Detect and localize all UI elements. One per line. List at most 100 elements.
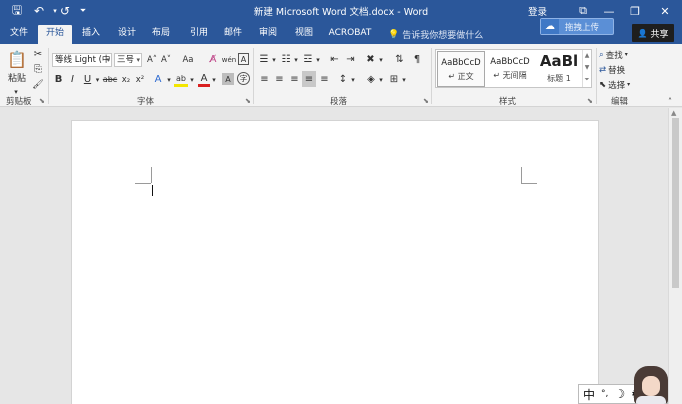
show-formatting-marks-icon[interactable]: ¶ bbox=[411, 52, 423, 67]
tab-review[interactable]: 审阅 bbox=[253, 25, 283, 44]
highlight-dropdown-icon[interactable]: ▾ bbox=[189, 72, 195, 87]
chevron-down-icon: ▾ bbox=[136, 56, 140, 64]
tab-references[interactable]: 引用 bbox=[184, 25, 214, 44]
line-spacing-dropdown-icon[interactable]: ▾ bbox=[350, 72, 356, 87]
strikethrough-button[interactable]: abc bbox=[103, 72, 117, 87]
styles-scrollbar[interactable]: ▲ ▼ ⏷ bbox=[582, 50, 591, 87]
expand-more-icon[interactable]: ⏷ bbox=[583, 74, 591, 86]
avatar[interactable] bbox=[634, 366, 668, 404]
scroll-up-icon[interactable]: ▲ bbox=[671, 109, 676, 117]
tab-home[interactable]: 开始 bbox=[38, 25, 72, 44]
line-spacing-icon[interactable]: ↕ bbox=[337, 72, 349, 87]
borders-icon[interactable]: ⊞ bbox=[388, 72, 400, 87]
paragraph-launcher-icon[interactable]: ⬊ bbox=[423, 97, 429, 105]
style-normal[interactable]: AaBbCcD ↵ 正文 bbox=[437, 51, 485, 87]
crop-mark bbox=[135, 183, 151, 184]
align-left-icon[interactable]: ≡ bbox=[258, 72, 271, 87]
bullets-icon[interactable]: ☰ bbox=[258, 52, 270, 67]
copy-icon[interactable]: ⎘ bbox=[31, 62, 45, 77]
numbering-dropdown-icon[interactable]: ▾ bbox=[293, 52, 299, 67]
borders-dropdown-icon[interactable]: ▾ bbox=[401, 72, 407, 87]
italic-button[interactable]: I bbox=[67, 72, 78, 87]
tab-layout[interactable]: 布局 bbox=[146, 25, 176, 44]
ribbon-tab-bar: 文件 开始 插入 设计 布局 引用 邮件 审阅 视图 ACROBAT 💡 告诉我… bbox=[0, 18, 682, 44]
font-size-combo[interactable]: 三号 ▾ bbox=[114, 53, 142, 67]
paragraph-group-label: 段落 bbox=[330, 97, 348, 107]
increase-indent-icon[interactable]: ⇥ bbox=[344, 52, 357, 67]
close-button[interactable]: ✕ bbox=[652, 0, 678, 22]
replace-button[interactable]: ⇄ 替换 bbox=[599, 62, 639, 77]
font-color-dropdown-icon[interactable]: ▾ bbox=[211, 72, 217, 87]
phonetic-guide-button[interactable]: wén bbox=[222, 52, 236, 67]
bold-button[interactable]: B bbox=[53, 72, 64, 87]
maximize-button[interactable]: ❐ bbox=[622, 0, 648, 22]
underline-dropdown-icon[interactable]: ▾ bbox=[94, 72, 101, 87]
chevron-down-icon[interactable]: ▼ bbox=[583, 62, 591, 74]
style-name: ↵ 正文 bbox=[448, 72, 474, 81]
tell-me-placeholder: 告诉我你想要做什么 bbox=[402, 31, 484, 41]
text-effects-icon[interactable]: A bbox=[152, 72, 164, 87]
align-right-icon[interactable]: ≡ bbox=[288, 72, 301, 87]
style-no-spacing[interactable]: AaBbCcD ↵ 无间隔 bbox=[486, 51, 534, 87]
tab-insert[interactable]: 插入 bbox=[76, 25, 106, 44]
clipboard-launcher-icon[interactable]: ⬊ bbox=[39, 97, 45, 105]
tab-design[interactable]: 设计 bbox=[112, 25, 142, 44]
shading-icon[interactable]: ◈ bbox=[365, 72, 377, 87]
vertical-scrollbar[interactable]: ▲ bbox=[668, 108, 682, 404]
clipboard-group-label: 剪贴板 bbox=[6, 97, 32, 107]
chinese-layout-dropdown-icon[interactable]: ▾ bbox=[378, 52, 384, 67]
font-launcher-icon[interactable]: ⬊ bbox=[245, 97, 251, 105]
chevron-down-icon: ▾ bbox=[624, 51, 628, 58]
tab-view[interactable]: 视图 bbox=[289, 25, 319, 44]
format-painter-icon[interactable]: 🖌 bbox=[31, 77, 45, 92]
sort-icon[interactable]: ⇅ bbox=[393, 52, 406, 67]
scrollbar-thumb[interactable] bbox=[672, 118, 679, 288]
find-button[interactable]: ⌕ 查找 ▾ bbox=[599, 47, 639, 62]
numbering-icon[interactable]: ☷ bbox=[280, 52, 292, 67]
subscript-button[interactable]: x₂ bbox=[120, 72, 132, 87]
grow-font-button[interactable]: A˄ bbox=[146, 52, 158, 67]
font-name-combo[interactable]: 等线 Light (中 ▾ bbox=[52, 53, 112, 67]
divider bbox=[253, 48, 254, 104]
collapse-ribbon-icon[interactable]: ˄ bbox=[664, 94, 676, 109]
ime-punctuation-button[interactable]: °, bbox=[601, 389, 608, 399]
multilevel-list-icon[interactable]: ☲ bbox=[302, 52, 314, 67]
document-page[interactable] bbox=[71, 120, 599, 404]
character-shading-button[interactable]: A bbox=[222, 73, 234, 85]
tell-me-search[interactable]: 💡 告诉我你想要做什么 bbox=[388, 28, 484, 42]
font-color-icon[interactable]: A bbox=[198, 72, 210, 87]
clipboard-paste-icon[interactable]: 📋 bbox=[7, 48, 27, 70]
cut-icon[interactable]: ✂ bbox=[31, 47, 45, 62]
superscript-button[interactable]: x² bbox=[134, 72, 146, 87]
share-button[interactable]: 👤 共享 bbox=[632, 24, 674, 42]
select-button[interactable]: ⬉ 选择 ▾ bbox=[599, 77, 639, 92]
multilevel-dropdown-icon[interactable]: ▾ bbox=[315, 52, 321, 67]
justify-icon[interactable]: ≡ bbox=[302, 71, 316, 87]
clear-formatting-icon[interactable]: A̸ bbox=[207, 52, 219, 67]
moon-icon[interactable]: ☽ bbox=[614, 387, 625, 401]
styles-launcher-icon[interactable]: ⬊ bbox=[587, 97, 593, 105]
highlight-icon[interactable]: ab bbox=[174, 72, 188, 87]
shading-dropdown-icon[interactable]: ▾ bbox=[378, 72, 384, 87]
text-effects-dropdown-icon[interactable]: ▾ bbox=[166, 72, 172, 87]
underline-button[interactable]: U bbox=[82, 72, 93, 87]
decrease-indent-icon[interactable]: ⇤ bbox=[328, 52, 341, 67]
chinese-layout-icon[interactable]: ✖ bbox=[364, 52, 377, 67]
change-case-button[interactable]: Aa bbox=[178, 52, 198, 67]
document-area bbox=[0, 108, 668, 404]
distributed-icon[interactable]: ≡ bbox=[318, 72, 331, 87]
enclose-characters-button[interactable]: 字 bbox=[237, 72, 250, 85]
align-center-icon[interactable]: ≡ bbox=[273, 72, 286, 87]
style-heading-1[interactable]: AaBl 标题 1 bbox=[535, 51, 583, 87]
character-border-button[interactable]: A bbox=[238, 53, 249, 65]
shrink-font-button[interactable]: A˅ bbox=[160, 52, 172, 67]
tab-file[interactable]: 文件 bbox=[4, 25, 34, 44]
drag-upload-button[interactable]: ☁ 拖拽上传 bbox=[540, 18, 614, 35]
ime-mode-button[interactable]: 中 bbox=[583, 386, 595, 403]
tab-acrobat[interactable]: ACROBAT bbox=[326, 25, 374, 44]
login-link[interactable]: 登录 bbox=[528, 4, 547, 18]
bullets-dropdown-icon[interactable]: ▾ bbox=[271, 52, 277, 67]
paste-button[interactable]: 粘贴 bbox=[4, 70, 30, 85]
chevron-up-icon[interactable]: ▲ bbox=[583, 50, 591, 62]
tab-mailings[interactable]: 邮件 bbox=[218, 25, 248, 44]
